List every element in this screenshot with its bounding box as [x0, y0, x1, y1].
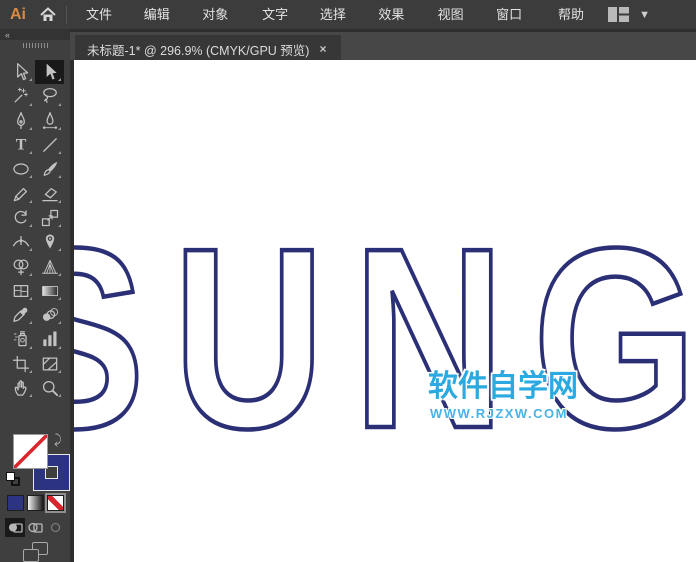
tool-pencil-icon[interactable] — [6, 181, 35, 205]
color-button[interactable] — [7, 495, 24, 511]
paint-style-row — [7, 495, 64, 511]
tool-symbol-sprayer-icon[interactable] — [6, 327, 35, 351]
menu-item-4[interactable]: 选择(S) — [311, 0, 370, 29]
menu-item-2[interactable]: 对象(O) — [193, 0, 253, 29]
menu-item-7[interactable]: 窗口(W) — [487, 0, 549, 29]
artwork-outline-text: SUNG — [74, 60, 696, 562]
menu-item-8[interactable]: 帮助(H) — [549, 0, 608, 29]
tool-hand-icon[interactable] — [6, 376, 35, 400]
fill-stroke-proxies: ⤸ — [0, 429, 70, 491]
tool-shape-builder-icon[interactable] — [6, 254, 35, 278]
menu-separator — [66, 6, 67, 24]
tool-selection-icon[interactable] — [6, 60, 35, 84]
tool-perspective-grid-icon[interactable] — [35, 254, 64, 278]
screen-mode-icon[interactable] — [23, 542, 49, 562]
tool-blend-icon[interactable] — [35, 303, 64, 327]
tool-puppet-warp-icon[interactable] — [35, 230, 64, 254]
artwork-word: SUNG — [74, 194, 696, 482]
tools-panel: « T ⤸ — [0, 29, 70, 562]
fill-none-swatch[interactable] — [13, 434, 48, 469]
chevron-down-icon: ▼ — [639, 9, 650, 21]
menu-item-6[interactable]: 视图(V) — [429, 0, 488, 29]
tool-paintbrush-icon[interactable] — [35, 157, 64, 181]
draw-inside-icon[interactable] — [45, 518, 65, 537]
canvas-artboard[interactable]: SUNG 软件自学网 WWW.RJZXW.COM — [74, 60, 696, 562]
menu-list: 文件(F)编辑(E)对象(O)文字(T)选择(S)效果(C)视图(V)窗口(W)… — [77, 0, 608, 29]
draw-behind-icon[interactable] — [25, 518, 45, 537]
tool-width-icon[interactable] — [6, 230, 35, 254]
watermark-title: 软件自学网 — [428, 372, 658, 402]
tool-scale-icon[interactable] — [35, 206, 64, 230]
tool-zoom-icon[interactable] — [35, 376, 64, 400]
document-tab[interactable]: 未标题-1* @ 296.9% (CMYK/GPU 预览) × — [75, 35, 341, 63]
menu-item-1[interactable]: 编辑(E) — [135, 0, 194, 29]
drawing-modes-row — [5, 518, 65, 537]
gradient-button[interactable] — [27, 495, 44, 511]
document-tab-title: 未标题-1* @ 296.9% (CMYK/GPU 预览) — [87, 40, 309, 59]
tool-eyedropper-icon[interactable] — [6, 303, 35, 327]
default-fill-stroke-icon[interactable] — [6, 472, 20, 486]
tool-artboard-icon[interactable] — [6, 352, 35, 376]
tool-pen-icon[interactable] — [6, 109, 35, 133]
tool-eraser-icon[interactable] — [35, 181, 64, 205]
tool-gradient-icon[interactable] — [35, 279, 64, 303]
home-icon[interactable] — [40, 7, 56, 22]
watermark-url: WWW.RJZXW.COM — [430, 406, 658, 421]
swap-fill-stroke-icon[interactable]: ⤸ — [54, 432, 62, 448]
tool-magic-wand-icon[interactable] — [6, 84, 35, 108]
tool-line-segment-icon[interactable] — [35, 133, 64, 157]
tools-panel-header: « — [0, 29, 70, 40]
workspace-switcher[interactable]: ▼ — [608, 7, 650, 22]
menu-bar: Ai 文件(F)编辑(E)对象(O)文字(T)选择(S)效果(C)视图(V)窗口… — [0, 0, 696, 29]
collapse-panel-icon[interactable]: « — [5, 30, 9, 40]
menu-item-3[interactable]: 文字(T) — [253, 0, 311, 29]
tool-type-icon[interactable]: T — [6, 133, 35, 157]
tool-curvature-icon[interactable] — [35, 109, 64, 133]
menu-item-0[interactable]: 文件(F) — [77, 0, 135, 29]
workspace-layout-icon — [608, 7, 629, 22]
tool-direct-selection-icon[interactable] — [35, 60, 64, 84]
tools-grid: T — [6, 60, 64, 400]
tool-lasso-icon[interactable] — [35, 84, 64, 108]
tool-slice-icon[interactable] — [35, 352, 64, 376]
panel-gripper-icon[interactable] — [23, 43, 48, 48]
app-logo[interactable]: Ai — [10, 6, 26, 24]
menu-item-5[interactable]: 效果(C) — [369, 0, 428, 29]
tool-ellipse-icon[interactable] — [6, 157, 35, 181]
draw-normal-icon[interactable] — [5, 518, 25, 537]
svg-text:T: T — [15, 137, 26, 154]
tool-mesh-icon[interactable] — [6, 279, 35, 303]
tab-close-icon[interactable]: × — [319, 42, 326, 56]
watermark: 软件自学网 WWW.RJZXW.COM — [428, 372, 658, 421]
tool-column-graph-icon[interactable] — [35, 327, 64, 351]
tool-rotate-icon[interactable] — [6, 206, 35, 230]
document-tab-bar: 未标题-1* @ 296.9% (CMYK/GPU 预览) × — [70, 29, 696, 60]
illustrator-window: Ai 文件(F)编辑(E)对象(O)文字(T)选择(S)效果(C)视图(V)窗口… — [0, 0, 696, 562]
none-button[interactable] — [47, 495, 64, 511]
